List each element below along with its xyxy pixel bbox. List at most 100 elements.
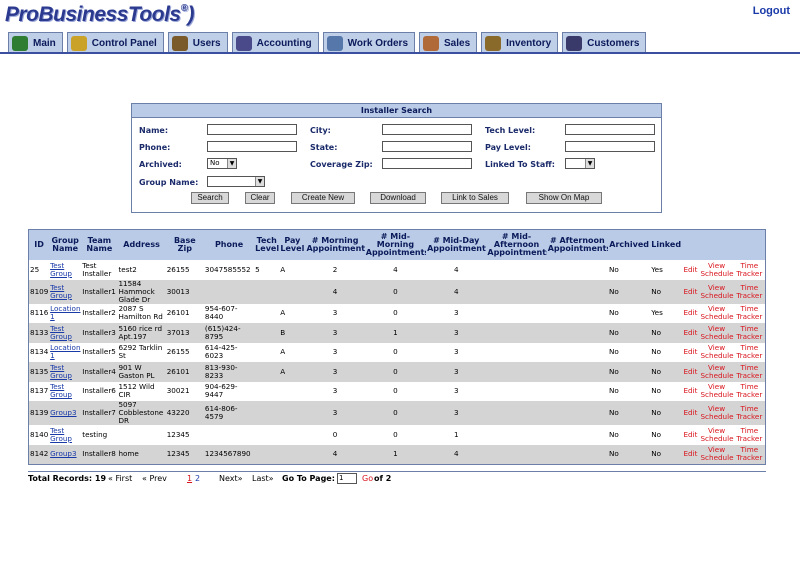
view-schedule-link[interactable]: View Schedule: [699, 444, 734, 464]
time-tracker-link[interactable]: Time Tracker: [733, 279, 765, 304]
phone-label: Phone:: [139, 143, 171, 152]
cell-pay: B: [279, 323, 306, 343]
installer-search-panel: Installer Search Name: Phone: Archived: …: [131, 103, 662, 213]
time-tracker-link[interactable]: Time Tracker: [733, 303, 765, 323]
installer-grid: ID Group Name Team Name Address Base Zip Phon…: [28, 229, 766, 465]
table-row: 8137 Test Group Installer6 1512 Wild CIR 300…: [29, 381, 765, 401]
clear-button[interactable]: Clear: [245, 192, 275, 204]
coverage-zip-input[interactable]: [382, 158, 472, 169]
edit-link[interactable]: Edit: [681, 444, 700, 464]
search-button[interactable]: Search: [191, 192, 229, 204]
cell-team: Installer2: [81, 303, 118, 323]
phone-input[interactable]: [207, 141, 297, 152]
view-schedule-link[interactable]: View Schedule: [699, 342, 734, 362]
last-page-link[interactable]: Last»: [252, 472, 274, 486]
edit-link[interactable]: Edit: [681, 323, 700, 343]
tab-sales[interactable]: Sales: [419, 32, 478, 53]
edit-link[interactable]: Edit: [681, 303, 700, 323]
group-name-select[interactable]: ▼: [207, 176, 265, 187]
group-link-text[interactable]: Test Group: [50, 283, 72, 300]
group-link[interactable]: Location 1: [49, 342, 82, 362]
group-link-text[interactable]: Test Group: [50, 426, 72, 443]
edit-link[interactable]: Edit: [681, 425, 700, 445]
group-link-text[interactable]: Group3: [50, 449, 76, 458]
cell-phone: 813-930-8233: [203, 362, 255, 382]
edit-link[interactable]: Edit: [681, 342, 700, 362]
group-link[interactable]: Group3: [49, 401, 82, 425]
state-label: State:: [310, 143, 338, 152]
group-link-text[interactable]: Test Group: [50, 324, 72, 341]
name-label: Name:: [139, 126, 169, 135]
view-schedule-link[interactable]: View Schedule: [699, 425, 734, 445]
tab-main[interactable]: Main: [8, 32, 63, 53]
link-to-sales-button[interactable]: Link to Sales: [441, 192, 509, 204]
group-link-text[interactable]: Test Group: [50, 382, 72, 399]
group-link-text[interactable]: Group3: [50, 408, 76, 417]
group-link-text[interactable]: Location 1: [50, 343, 80, 360]
time-tracker-link[interactable]: Time Tracker: [733, 381, 765, 401]
cell-linked: No: [650, 342, 682, 362]
view-schedule-link[interactable]: View Schedule: [699, 260, 734, 280]
group-link-text[interactable]: Location 1: [50, 304, 80, 321]
cell-archived: No: [608, 260, 651, 280]
download-button[interactable]: Download: [370, 192, 426, 204]
tab-users[interactable]: Users: [167, 32, 228, 53]
pay-level-input[interactable]: [565, 141, 655, 152]
page-1-link[interactable]: 1: [187, 472, 192, 486]
state-input[interactable]: [382, 141, 472, 152]
page-2-link[interactable]: 2: [195, 472, 200, 486]
edit-link[interactable]: Edit: [681, 401, 700, 425]
group-link[interactable]: Test Group: [49, 279, 82, 304]
cell-aft: [546, 401, 609, 425]
tab-accounting[interactable]: Accounting: [231, 32, 319, 53]
time-tracker-link[interactable]: Time Tracker: [733, 401, 765, 425]
cell-midaft: [486, 303, 547, 323]
group-link-text[interactable]: Test Group: [50, 261, 72, 278]
logout-link[interactable]: Logout: [753, 5, 790, 17]
group-link[interactable]: Test Group: [49, 323, 82, 343]
tab-work-orders[interactable]: Work Orders: [322, 32, 415, 53]
go-button[interactable]: Go: [362, 472, 373, 486]
view-schedule-link[interactable]: View Schedule: [699, 303, 734, 323]
goto-page-input[interactable]: 1: [337, 473, 357, 484]
time-tracker-link[interactable]: Time Tracker: [733, 260, 765, 280]
tab-label: Control Panel: [91, 37, 157, 49]
group-link[interactable]: Test Group: [49, 425, 82, 445]
time-tracker-link[interactable]: Time Tracker: [733, 323, 765, 343]
next-page-link[interactable]: Next»: [219, 472, 243, 486]
group-link-text[interactable]: Test Group: [50, 363, 72, 380]
prev-page-link[interactable]: « Prev: [142, 472, 167, 486]
edit-link[interactable]: Edit: [681, 362, 700, 382]
view-schedule-link[interactable]: View Schedule: [699, 401, 734, 425]
view-schedule-link[interactable]: View Schedule: [699, 323, 734, 343]
group-link[interactable]: Test Group: [49, 381, 82, 401]
linked-to-staff-select[interactable]: ▼: [565, 158, 595, 169]
cell-midmorn: 0: [364, 303, 427, 323]
edit-link[interactable]: Edit: [681, 279, 700, 304]
tab-control-panel[interactable]: Control Panel: [66, 32, 164, 53]
group-link[interactable]: Location 1: [49, 303, 82, 323]
tab-customers[interactable]: Customers: [562, 32, 647, 53]
city-input[interactable]: [382, 124, 472, 135]
archived-select[interactable]: No ▼: [207, 158, 237, 169]
group-link[interactable]: Test Group: [49, 260, 82, 280]
edit-link[interactable]: Edit: [681, 260, 700, 280]
group-link[interactable]: Group3: [49, 444, 82, 464]
table-row: 8135 Test Group Installer4 901 W Gaston PL 2…: [29, 362, 765, 382]
time-tracker-link[interactable]: Time Tracker: [733, 425, 765, 445]
show-on-map-button[interactable]: Show On Map: [526, 192, 602, 204]
tech-level-input[interactable]: [565, 124, 655, 135]
archived-label: Archived:: [139, 160, 182, 169]
edit-link[interactable]: Edit: [681, 381, 700, 401]
create-new-button[interactable]: Create New: [291, 192, 355, 204]
name-input[interactable]: [207, 124, 297, 135]
view-schedule-link[interactable]: View Schedule: [699, 279, 734, 304]
time-tracker-link[interactable]: Time Tracker: [733, 342, 765, 362]
group-link[interactable]: Test Group: [49, 362, 82, 382]
time-tracker-link[interactable]: Time Tracker: [733, 362, 765, 382]
tab-inventory[interactable]: Inventory: [481, 32, 559, 53]
first-page-link[interactable]: « First: [108, 472, 132, 486]
view-schedule-link[interactable]: View Schedule: [699, 362, 734, 382]
view-schedule-link[interactable]: View Schedule: [699, 381, 734, 401]
time-tracker-link[interactable]: Time Tracker: [733, 444, 765, 464]
